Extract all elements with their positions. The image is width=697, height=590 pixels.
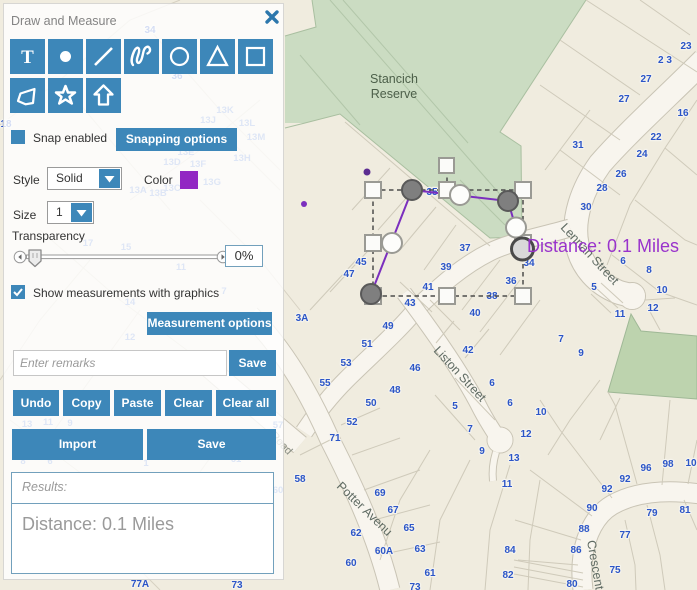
svg-text:69: 69 [374,488,386,499]
svg-text:73: 73 [231,580,243,590]
svg-text:61: 61 [424,568,436,579]
svg-text:12: 12 [647,303,659,314]
svg-text:27: 27 [618,94,630,105]
svg-text:26: 26 [615,169,627,180]
svg-text:45: 45 [355,257,367,268]
svg-text:23: 23 [680,41,692,52]
svg-text:10: 10 [656,285,668,296]
svg-text:30: 30 [580,202,592,213]
svg-text:6: 6 [507,398,513,409]
svg-text:28: 28 [596,183,608,194]
svg-text:24: 24 [636,149,648,160]
svg-text:62: 62 [350,528,362,539]
svg-text:43: 43 [404,298,416,309]
svg-text:6: 6 [489,378,495,389]
svg-text:90: 90 [586,503,598,514]
svg-text:9: 9 [479,446,485,457]
svg-text:Stancich: Stancich [370,72,418,86]
svg-text:6: 6 [620,256,626,267]
svg-text:98: 98 [662,459,674,470]
svg-text:52: 52 [346,417,358,428]
svg-text:63: 63 [414,544,426,555]
svg-text:T: T [21,47,34,68]
svg-text:53: 53 [340,358,352,369]
svg-text:48: 48 [389,385,401,396]
svg-text:67: 67 [387,505,399,516]
svg-text:51: 51 [361,339,373,350]
svg-text:77: 77 [619,530,631,541]
svg-text:10: 10 [685,458,697,469]
svg-text:65: 65 [403,523,415,534]
svg-text:8: 8 [646,265,652,276]
svg-text:5: 5 [591,282,597,293]
svg-text:60: 60 [345,558,357,569]
svg-text:27: 27 [640,74,652,85]
svg-text:86: 86 [570,545,582,556]
svg-text:58: 58 [294,474,306,485]
svg-text:92: 92 [619,474,631,485]
svg-text:11: 11 [502,479,513,490]
svg-text:55: 55 [319,378,331,389]
svg-text:40: 40 [469,308,481,319]
svg-text:60A: 60A [375,546,393,557]
svg-text:5: 5 [452,401,458,412]
svg-text:75: 75 [609,565,621,576]
svg-text:22: 22 [650,132,662,143]
svg-text:9: 9 [578,348,584,359]
svg-text:79: 79 [646,508,658,519]
svg-text:10: 10 [535,407,547,418]
svg-text:84: 84 [504,545,516,556]
svg-text:11: 11 [615,309,626,320]
svg-text:96: 96 [640,463,652,474]
svg-text:13: 13 [508,453,520,464]
svg-text:12: 12 [520,429,532,440]
svg-text:81: 81 [679,505,691,516]
svg-text:49: 49 [382,321,394,332]
svg-text:16: 16 [677,108,689,119]
svg-text:92: 92 [601,484,613,495]
svg-text:46: 46 [409,363,421,374]
svg-text:37: 37 [459,243,471,254]
svg-text:71: 71 [329,433,341,444]
svg-text:47: 47 [343,269,355,280]
svg-text:73: 73 [409,582,421,590]
svg-text:7: 7 [558,334,564,345]
svg-text:Distance: 0.1 Miles: Distance: 0.1 Miles [527,236,679,256]
svg-text:7: 7 [467,424,473,435]
svg-text:36: 36 [505,276,517,287]
svg-text:42: 42 [462,345,474,356]
svg-text:41: 41 [422,282,434,293]
svg-text:50: 50 [365,398,377,409]
svg-text:82: 82 [502,570,514,581]
svg-text:3A: 3A [296,313,309,324]
svg-text:88: 88 [578,524,590,535]
svg-text:80: 80 [566,579,578,590]
svg-text:39: 39 [440,262,452,273]
svg-text:31: 31 [572,140,584,151]
svg-text:2 3: 2 3 [658,55,672,66]
svg-text:77A: 77A [131,579,149,590]
svg-text:Reserve: Reserve [371,87,418,101]
